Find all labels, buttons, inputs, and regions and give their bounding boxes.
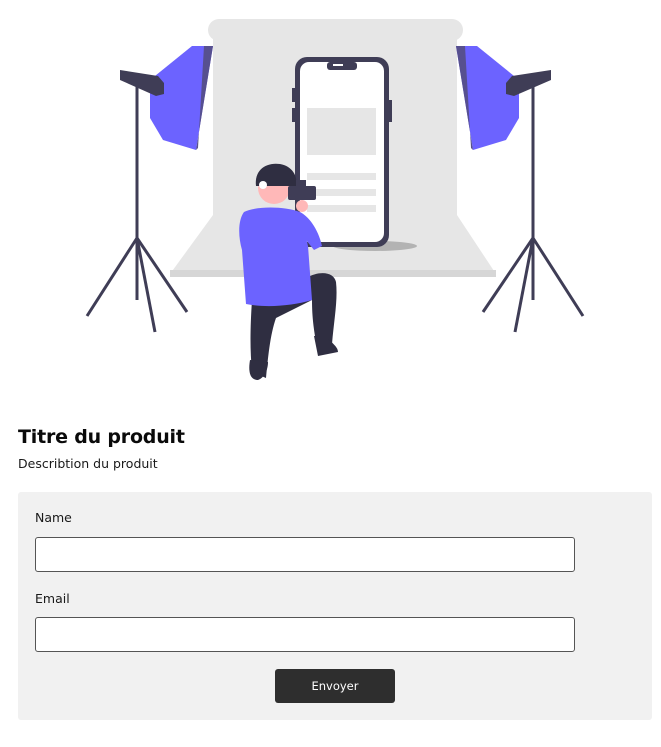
contact-form: Name Email Envoyer (18, 492, 652, 720)
page: Titre du produit Describtion du produit … (0, 0, 661, 747)
product-description: Describtion du produit (18, 456, 158, 471)
email-input[interactable] (35, 617, 575, 652)
submit-button[interactable]: Envoyer (275, 669, 395, 703)
name-input[interactable] (35, 537, 575, 572)
backdrop-roll (208, 19, 463, 41)
name-label: Name (35, 510, 72, 525)
product-title: Titre du produit (18, 426, 185, 448)
backdrop-floor-edge (170, 270, 496, 277)
left-light-head (120, 70, 164, 96)
right-light-head (506, 70, 551, 96)
email-label: Email (35, 591, 70, 606)
hero-illustration (0, 0, 661, 400)
